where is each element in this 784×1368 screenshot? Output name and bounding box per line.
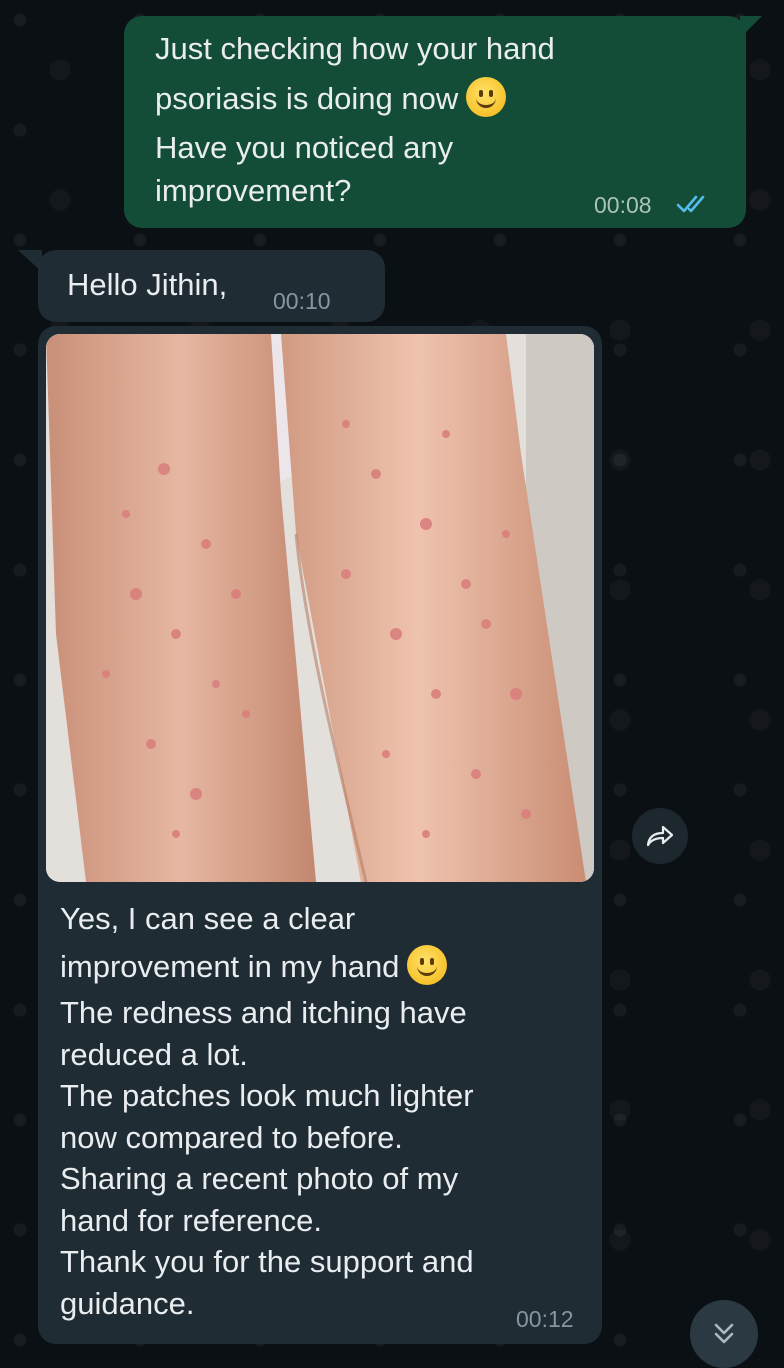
incoming-message-text: Yes, I can see a clear improvement in my… [60,896,474,1324]
message-line: now compared to before. [60,1119,403,1155]
message-line: Thank you for the support and [60,1244,474,1279]
message-line: Just checking how your hand [155,31,555,66]
message-time: 00:10 [273,288,331,314]
slightly-smiling-face-icon [407,945,448,985]
message-line: The patches look much lighter [60,1078,474,1113]
message-line: reduced a lot. [60,1036,248,1072]
message-line: hand for reference. [60,1202,322,1238]
double-chevron-down-icon [714,1323,734,1344]
message-line: improvement? [155,173,352,208]
message-line: Have you noticed any [155,130,454,165]
forward-button[interactable] [632,808,688,864]
forward-icon [646,825,674,847]
message-time: 00:12 [516,1306,574,1332]
message-line: Yes, I can see a clear [60,901,356,936]
incoming-message-bubble[interactable]: Hello Jithin, 00:10 [38,250,385,322]
message-line: Sharing a recent photo of my [60,1161,459,1196]
message-line: guidance. [60,1285,195,1321]
message-time: 00:08 [594,192,652,218]
incoming-message-text: Hello Jithin, [67,267,228,302]
message-line: improvement in my hand [60,942,474,992]
arms-photo-image [46,334,594,882]
shared-photo[interactable] [46,334,594,882]
slightly-smiling-face-icon [466,77,507,117]
message-line: psoriasis is doing now [155,74,555,124]
outgoing-message-text: Just checking how your hand psoriasis is… [155,24,555,210]
message-line: The redness and itching have [60,995,467,1030]
scroll-to-bottom-button[interactable] [690,1300,758,1368]
double-check-icon [676,195,705,213]
outgoing-message-bubble[interactable]: Just checking how your hand psoriasis is… [124,16,746,228]
